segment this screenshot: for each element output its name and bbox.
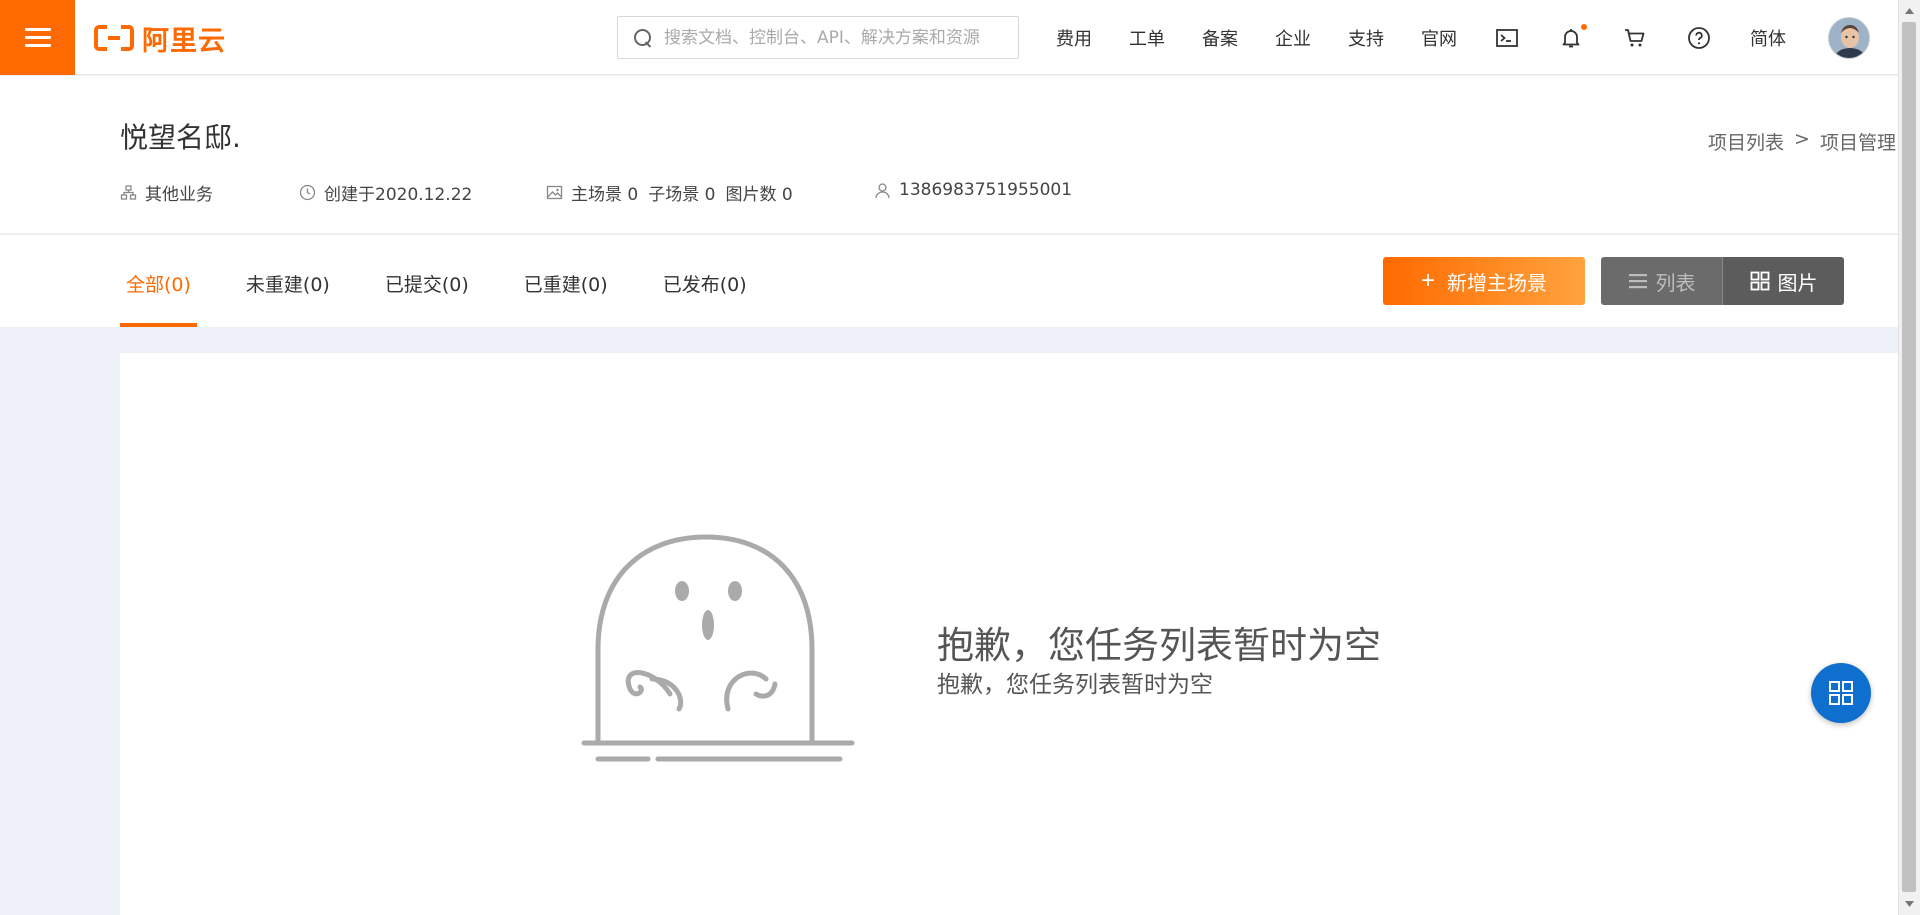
project-header: 悦望名邸. 项目列表 > 项目管理 其他业务 创建于2020.12.22 主场景… <box>0 76 1898 234</box>
language-switch[interactable]: 简体 <box>1750 25 1786 51</box>
image-count: 图片数 0 <box>725 185 793 205</box>
meta-account: 1386983751955001 <box>874 180 1072 200</box>
created-date: 创建于2020.12.22 <box>324 185 473 205</box>
aliyun-logo-icon <box>94 25 134 51</box>
tab-not-rebuilt[interactable]: 未重建(0) <box>240 235 336 327</box>
scroll-thumb[interactable] <box>1902 22 1916 892</box>
account-id: 1386983751955001 <box>899 180 1073 200</box>
help-icon[interactable] <box>1686 25 1712 51</box>
list-view-button[interactable]: 列表 <box>1601 257 1723 305</box>
nav-enterprise[interactable]: 企业 <box>1275 25 1311 51</box>
apps-grid-icon <box>1829 681 1853 705</box>
bell-icon[interactable] <box>1558 23 1587 51</box>
main-scene-count: 主场景 0 <box>571 185 639 205</box>
org-chart-icon <box>120 184 137 201</box>
list-icon <box>1628 274 1647 289</box>
top-nav: 费用 工单 备案 企业 支持 官网 简体 <box>1056 0 1870 75</box>
user-avatar[interactable] <box>1828 16 1870 59</box>
nav-tickets[interactable]: 工单 <box>1129 25 1165 51</box>
nav-filing[interactable]: 备案 <box>1202 25 1238 51</box>
list-view-label: 列表 <box>1655 270 1696 295</box>
hamburger-icon <box>24 27 51 48</box>
tab-submitted[interactable]: 已提交(0) <box>379 235 475 327</box>
image-icon <box>546 184 563 201</box>
empty-state-title: 抱歉，您任务列表暂时为空 <box>937 624 1381 667</box>
breadcrumb-separator: > <box>1794 128 1810 150</box>
user-icon <box>874 182 891 199</box>
cart-icon[interactable] <box>1622 25 1648 51</box>
scroll-up-arrow-icon[interactable] <box>1899 2 1920 20</box>
empty-state-subtitle: 抱歉，您任务列表暂时为空 <box>937 672 1213 698</box>
search-box[interactable] <box>617 16 1019 59</box>
nav-website[interactable]: 官网 <box>1421 25 1457 51</box>
clock-icon <box>299 184 316 201</box>
page-scrollbar[interactable] <box>1898 0 1920 915</box>
meta-created: 创建于2020.12.22 <box>299 180 472 205</box>
meta-business: 其他业务 <box>120 180 213 205</box>
grid-icon <box>1750 271 1769 291</box>
add-main-scene-button[interactable]: + 新增主场景 <box>1383 257 1585 305</box>
search-icon <box>634 28 652 47</box>
nav-fees[interactable]: 费用 <box>1056 25 1092 51</box>
plus-icon: + <box>1420 267 1435 294</box>
top-bar: 阿里云 费用 工单 备案 企业 支持 官网 简体 <box>0 0 1898 75</box>
sub-scene-count: 子场景 0 <box>648 185 716 205</box>
search-input[interactable] <box>664 27 1014 48</box>
status-tabs: 全部(0) 未重建(0) 已提交(0) 已重建(0) 已发布(0) <box>120 235 796 327</box>
breadcrumb-project-list[interactable]: 项目列表 <box>1708 128 1784 155</box>
image-view-button[interactable]: 图片 <box>1723 257 1844 305</box>
meta-stats: 主场景 0 子场景 0 图片数 0 <box>546 180 793 205</box>
hamburger-menu-button[interactable] <box>0 0 75 75</box>
breadcrumb: 项目列表 > 项目管理 <box>1708 128 1896 155</box>
nav-support[interactable]: 支持 <box>1348 25 1384 51</box>
project-title: 悦望名邸. <box>120 121 241 154</box>
business-type: 其他业务 <box>145 185 213 205</box>
empty-bird-illustration <box>560 529 860 773</box>
add-main-scene-label: 新增主场景 <box>1447 272 1547 295</box>
tab-published[interactable]: 已发布(0) <box>657 235 753 327</box>
tab-rebuilt[interactable]: 已重建(0) <box>518 235 614 327</box>
image-view-label: 图片 <box>1777 270 1818 295</box>
logo-text: 阿里云 <box>142 25 226 57</box>
tab-all[interactable]: 全部(0) <box>120 235 197 327</box>
notification-dot <box>1581 23 1587 30</box>
floating-apps-button[interactable] <box>1811 663 1871 723</box>
terminal-icon[interactable] <box>1494 25 1520 51</box>
scroll-down-arrow-icon[interactable] <box>1899 895 1920 913</box>
view-toggle: 列表 图片 <box>1601 257 1844 305</box>
logo[interactable]: 阿里云 <box>94 22 226 57</box>
breadcrumb-project-manage: 项目管理 <box>1819 132 1896 154</box>
task-list-panel: 抱歉，您任务列表暂时为空 抱歉，您任务列表暂时为空 <box>120 353 1898 915</box>
tabs-bar: 全部(0) 未重建(0) 已提交(0) 已重建(0) 已发布(0) + 新增主场… <box>0 235 1898 327</box>
